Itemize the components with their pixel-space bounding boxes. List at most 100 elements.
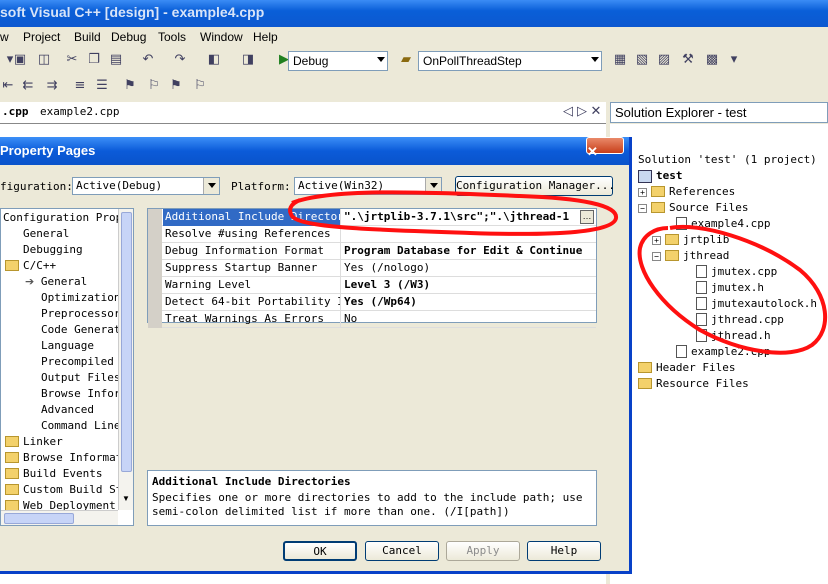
increase-indent-icon[interactable]: ⇉ <box>44 78 60 94</box>
collapse-icon[interactable]: − <box>652 251 661 261</box>
menu-project[interactable]: Project <box>23 30 60 44</box>
tree-resource-files[interactable]: Resource Files <box>638 376 749 392</box>
nav-preprocessor[interactable]: Preprocessor <box>41 306 120 322</box>
prop-row-suppress-banner[interactable]: Suppress Startup Banner Yes (/nologo) <box>148 260 596 277</box>
cut-icon[interactable]: ✂ <box>64 52 80 68</box>
tree-folder-jthread[interactable]: − jthread <box>652 248 729 264</box>
prop-row-debug-format[interactable]: Debug Information Format Program Databas… <box>148 243 596 260</box>
tree-file[interactable]: example2.cpp <box>676 344 770 360</box>
tree-source-files[interactable]: − Source Files <box>638 200 748 216</box>
solution-config-combo[interactable]: Debug <box>288 51 388 71</box>
menu-help[interactable]: Help <box>253 30 278 44</box>
menu-window[interactable]: Window <box>200 30 243 44</box>
tree-file[interactable]: jmutex.h <box>696 280 764 296</box>
tree-folder-jrtplib[interactable]: + jrtplib <box>652 232 729 248</box>
prop-value[interactable]: Yes (/Wp64) <box>342 294 596 311</box>
tree-references[interactable]: + References <box>638 184 735 200</box>
solution-explorer-icon[interactable]: ▦ <box>612 52 628 68</box>
configuration-manager-button[interactable]: Configuration Manager... <box>455 176 615 196</box>
tree-file[interactable]: jmutexautolock.h <box>696 296 817 312</box>
paste-icon[interactable]: ▤ <box>108 52 124 68</box>
nav-build-events[interactable]: Build Events <box>5 466 102 482</box>
save-icon[interactable]: ▣ <box>12 52 28 68</box>
menu-tools[interactable]: Tools <box>158 30 186 44</box>
ok-button[interactable]: OK <box>283 541 357 561</box>
nav-optimization[interactable]: Optimization <box>41 290 120 306</box>
next-bookmark-icon[interactable]: ⚐ <box>146 78 162 94</box>
nav-linker[interactable]: Linker <box>5 434 63 450</box>
tree-file[interactable]: jthread.cpp <box>696 312 784 328</box>
clear-bookmarks-icon[interactable]: ⚐ <box>192 78 208 94</box>
help-button[interactable]: Help <box>527 541 601 561</box>
prop-row-resolve-using[interactable]: Resolve #using References <box>148 226 596 243</box>
apply-button[interactable]: Apply <box>446 541 520 561</box>
comment-icon[interactable]: ≡ <box>72 78 88 94</box>
nav-output-files[interactable]: Output Files <box>41 370 120 386</box>
nav-code-generation[interactable]: Code Generat <box>41 322 120 338</box>
outdent-icon[interactable]: ⇤ <box>0 78 16 94</box>
nav-configuration-properties[interactable]: Configuration Prope <box>3 210 129 226</box>
dialog-titlebar[interactable]: Property Pages ✕ <box>0 137 629 165</box>
nav-custom-build[interactable]: Custom Build Ste <box>5 482 129 498</box>
nav-debugging[interactable]: Debugging <box>23 242 83 258</box>
prop-value[interactable]: Yes (/nologo) <box>342 260 596 277</box>
navigate-back-icon[interactable]: ◧ <box>206 52 222 68</box>
class-view-icon[interactable]: ▩ <box>704 52 720 68</box>
menu-build[interactable]: Build <box>74 30 101 44</box>
nav-browse-information[interactable]: Browse Infor <box>41 386 120 402</box>
nav-horizontal-scrollbar[interactable] <box>1 510 118 525</box>
menu-view[interactable]: w <box>0 30 9 44</box>
tools-icon[interactable]: ⚒ <box>680 52 696 68</box>
nav-cpp-general[interactable]: ➔ General <box>25 274 87 290</box>
options-icon[interactable]: ▾ <box>726 52 742 68</box>
prop-value[interactable]: Level 3 (/W3) <box>342 277 596 294</box>
prop-row-additional-include[interactable]: Additional Include Directorie ".\jrtplib… <box>148 209 596 226</box>
scroll-down-icon[interactable]: ▼ <box>122 494 130 503</box>
prop-value[interactable]: Program Database for Edit & Continue <box>342 243 596 260</box>
prop-value[interactable]: ".\jrtplib-3.7.1\src";".\jthread-1 <box>342 209 596 226</box>
nav-browse-info[interactable]: Browse Informati <box>5 450 129 466</box>
scroll-thumb[interactable] <box>4 513 74 524</box>
expand-icon[interactable]: + <box>652 235 661 245</box>
tree-project[interactable]: test <box>638 168 683 184</box>
navigate-forward-icon[interactable]: ◨ <box>240 52 256 68</box>
tree-solution[interactable]: Solution 'test' (1 project) <box>638 152 817 168</box>
toolbox-icon[interactable]: ▨ <box>656 52 672 68</box>
collapse-icon[interactable]: − <box>638 203 647 213</box>
bookmark-icon[interactable]: ⚑ <box>122 78 138 94</box>
dialog-close-button[interactable]: ✕ <box>586 137 624 159</box>
save-all-icon[interactable]: ◫ <box>36 52 52 68</box>
uncomment-icon[interactable]: ☰ <box>94 78 110 94</box>
prop-value[interactable]: No <box>342 311 596 328</box>
browse-button[interactable]: … <box>580 210 594 224</box>
tab-example2[interactable]: example2.cpp <box>40 105 119 118</box>
nav-command-line[interactable]: Command Line <box>41 418 120 434</box>
configuration-dropdown[interactable]: Active(Debug) <box>72 177 220 195</box>
prop-value[interactable] <box>342 226 596 243</box>
tab-example4[interactable]: .cpp <box>2 105 29 118</box>
nav-advanced[interactable]: Advanced <box>41 402 94 418</box>
tree-file[interactable]: jthread.h <box>696 328 771 344</box>
properties-icon[interactable]: ▧ <box>634 52 650 68</box>
prop-row-detect-64bit[interactable]: Detect 64-bit Portability Iss Yes (/Wp64… <box>148 294 596 311</box>
menu-debug[interactable]: Debug <box>111 30 146 44</box>
prop-row-warnings-as-errors[interactable]: Treat Warnings As Errors No <box>148 311 596 328</box>
tree-file[interactable]: example4.cpp <box>676 216 770 232</box>
nav-vertical-scrollbar[interactable]: ▼ <box>118 209 133 510</box>
redo-icon[interactable]: ↷ <box>172 52 188 68</box>
cancel-button[interactable]: Cancel <box>365 541 439 561</box>
undo-icon[interactable]: ↶ <box>140 52 156 68</box>
nav-cpp[interactable]: C/C++ <box>5 258 56 274</box>
find-icon[interactable]: ▰ <box>398 52 414 68</box>
tree-header-files[interactable]: Header Files <box>638 360 735 376</box>
copy-icon[interactable]: ❐ <box>86 52 102 68</box>
nav-general[interactable]: General <box>23 226 69 242</box>
expand-icon[interactable]: + <box>638 187 647 197</box>
tree-file[interactable]: jmutex.cpp <box>696 264 777 280</box>
prop-row-warning-level[interactable]: Warning Level Level 3 (/W3) <box>148 277 596 294</box>
nav-language[interactable]: Language <box>41 338 94 354</box>
platform-dropdown[interactable]: Active(Win32) <box>294 177 442 195</box>
prev-bookmark-icon[interactable]: ⚑ <box>168 78 184 94</box>
scroll-thumb[interactable] <box>121 212 132 472</box>
decrease-indent-icon[interactable]: ⇇ <box>20 78 36 94</box>
